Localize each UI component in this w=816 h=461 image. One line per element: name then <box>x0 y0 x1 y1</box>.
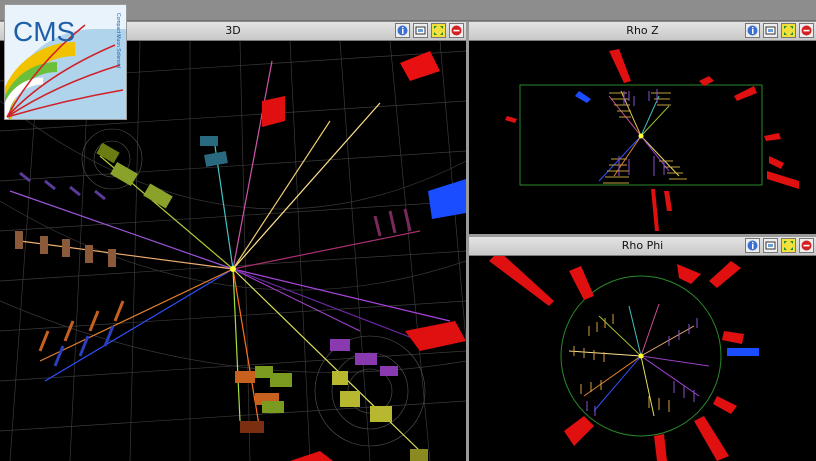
maximize-icon[interactable] <box>781 238 796 253</box>
maximize-icon[interactable] <box>431 23 446 38</box>
info-icon[interactable] <box>745 238 760 253</box>
close-icon[interactable] <box>449 23 464 38</box>
rhoz-titlebar[interactable]: Rho Z <box>469 22 816 41</box>
rhoz-canvas[interactable] <box>469 41 816 234</box>
screenshot-icon[interactable] <box>763 238 778 253</box>
rhoz-panel: Rho Z <box>469 22 816 234</box>
close-icon[interactable] <box>799 238 814 253</box>
maximize-icon[interactable] <box>781 23 796 38</box>
cms-logo: CMS Compact Muon Solenoid <box>4 4 127 120</box>
logo-subtext: Compact Muon Solenoid <box>115 13 121 68</box>
rhophi-panel: Rho Phi <box>469 237 816 461</box>
info-icon[interactable] <box>395 23 410 38</box>
rhophi-titlebar[interactable]: Rho Phi <box>469 237 816 256</box>
rhophi-canvas[interactable] <box>469 256 816 461</box>
logo-text: CMS <box>13 16 75 47</box>
screenshot-icon[interactable] <box>763 23 778 38</box>
screenshot-icon[interactable] <box>413 23 428 38</box>
info-icon[interactable] <box>745 23 760 38</box>
close-icon[interactable] <box>799 23 814 38</box>
